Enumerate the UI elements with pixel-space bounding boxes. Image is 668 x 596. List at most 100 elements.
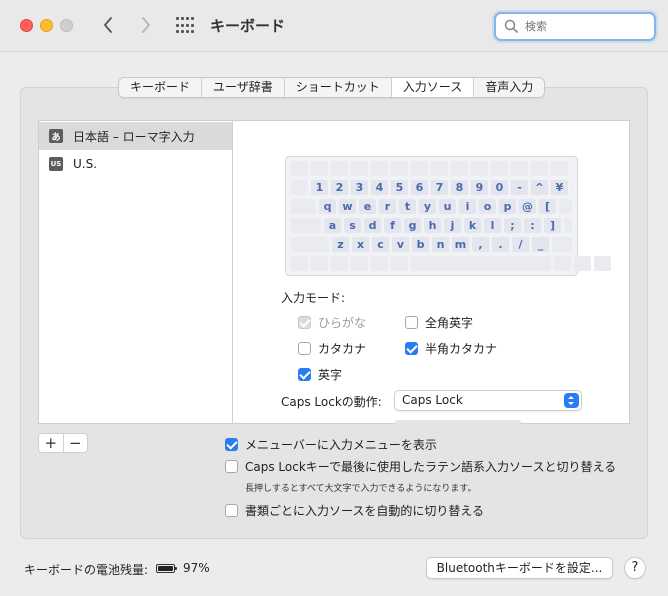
keyboard-key: : xyxy=(524,218,541,233)
checkbox-label: 全角英字 xyxy=(425,316,474,330)
zoom-window-button[interactable] xyxy=(60,19,73,32)
keyboard-key xyxy=(552,237,572,252)
caps-lock-label: Caps Lockの動作: xyxy=(281,395,382,409)
mode-roman-checkbox[interactable]: 英字 xyxy=(298,366,342,383)
input-source-label: U.S. xyxy=(73,157,98,171)
keyboard-key: u xyxy=(439,199,456,214)
keyboard-row-home: a s d f g h j k l;:] xyxy=(291,218,572,233)
keyboard-key: l xyxy=(484,218,501,233)
keyboard-key: 8 xyxy=(451,180,468,195)
window-title: キーボード xyxy=(210,17,286,35)
keyboard-key: 2 xyxy=(331,180,348,195)
search-field[interactable] xyxy=(494,12,656,41)
keyboard-key: c xyxy=(372,237,389,252)
keyboard-key: m xyxy=(452,237,469,252)
checkbox-box xyxy=(225,504,238,517)
keyboard-key: g xyxy=(404,218,421,233)
mode-fullwidth-roman-checkbox[interactable]: 全角英字 xyxy=(405,314,473,331)
checkbox-box xyxy=(405,316,418,329)
checkbox-label: 半角カタカナ xyxy=(425,342,498,356)
keyboard-key xyxy=(451,161,468,176)
mode-katakana-checkbox[interactable]: カタカナ xyxy=(298,340,366,357)
add-source-button[interactable]: + xyxy=(39,434,64,452)
keyboard-key xyxy=(411,161,428,176)
keyboard-key xyxy=(311,256,328,271)
search-input[interactable] xyxy=(523,17,648,35)
keyboard-key xyxy=(554,256,571,271)
keyboard-key: x xyxy=(352,237,369,252)
mode-halfwidth-katakana-checkbox[interactable]: 半角カタカナ xyxy=(405,340,497,357)
keyboard-key xyxy=(291,180,308,195)
keyboard-key xyxy=(291,161,308,176)
checkbox-box xyxy=(298,368,311,381)
checkbox-label: 英字 xyxy=(318,368,343,382)
keyboard-key xyxy=(564,218,572,233)
keyboard-key xyxy=(291,237,329,252)
tab-shortcuts[interactable]: ショートカット xyxy=(285,78,392,97)
input-source-item-japanese-romaji[interactable]: あ 日本語 – ローマ字入力 xyxy=(39,122,232,150)
keyboard-row-numbers: 1 2 3 4 5 6 7 8 9 0- ^ ¥ xyxy=(291,180,572,195)
minimize-window-button[interactable] xyxy=(40,19,53,32)
keyboard-key: r xyxy=(379,199,396,214)
keyboard-key xyxy=(574,256,591,271)
checkbox-box xyxy=(298,342,311,355)
caps-lock-switch-source-checkbox[interactable]: Caps Lockキーで最後に使用したラテン語系入力ソースと切り替える xyxy=(225,458,616,475)
keyboard-key xyxy=(391,161,408,176)
keyboard-key: h xyxy=(424,218,441,233)
keyboard-row-bottom: z x c v b n m,. / _ xyxy=(291,237,572,252)
keyboard-key xyxy=(351,256,368,271)
show-input-menu-checkbox[interactable]: メニューバーに入力メニューを表示 xyxy=(225,436,437,453)
keyboard-key xyxy=(551,161,568,176)
remove-source-button[interactable]: − xyxy=(64,434,88,452)
keyboard-key: / xyxy=(512,237,529,252)
caps-lock-popup[interactable]: Caps Lock xyxy=(394,390,582,411)
keyboard-key xyxy=(291,218,321,233)
keyboard-key: s xyxy=(344,218,361,233)
keyboard-key: z xyxy=(332,237,349,252)
keyboard-key: . xyxy=(492,237,509,252)
chevron-right-icon xyxy=(142,17,150,33)
keyboard-key: o xyxy=(479,199,496,214)
input-source-label: 日本語 – ローマ字入力 xyxy=(73,129,195,144)
keyboard-key xyxy=(391,256,408,271)
keyboard-key xyxy=(531,161,548,176)
checkbox-label: Caps Lockキーで最後に使用したラテン語系入力ソースと切り替える xyxy=(245,460,617,474)
mode-hiragana-checkbox[interactable]: ひらがな xyxy=(298,314,366,331)
keyboard-key: b xyxy=(412,237,429,252)
keyboard-key: ; xyxy=(504,218,521,233)
tab-input-sources[interactable]: 入力ソース xyxy=(391,78,475,97)
chevron-left-icon xyxy=(104,17,112,33)
keyboard-key xyxy=(351,161,368,176)
keyboard-key: w xyxy=(339,199,356,214)
checkbox-box xyxy=(225,438,238,451)
tab-bar: キーボード ユーザ辞書 ショートカット 入力ソース 音声入力 xyxy=(118,77,546,98)
keyboard-layout-preview: 1 2 3 4 5 6 7 8 9 0- ^ ¥ q w e r t y u i o p @[ a s d f g h j k l;:] … xyxy=(285,156,611,276)
keyboard-key: 3 xyxy=(351,180,368,195)
tab-dictation[interactable]: 音声入力 xyxy=(474,78,544,97)
keyboard-key: v xyxy=(392,237,409,252)
content-scroll-indicator xyxy=(395,420,521,424)
tab-user-dictionary[interactable]: ユーザ辞書 xyxy=(202,78,285,97)
caps-lock-hint: 長押しするとすべて大文字で入力できるようになります。 xyxy=(245,484,477,494)
forward-button[interactable] xyxy=(135,14,157,36)
input-source-item-us[interactable]: US U.S. xyxy=(39,150,232,178)
keyboard-key: ¥ xyxy=(551,180,568,195)
keyboard-key: p xyxy=(499,199,516,214)
keyboard-key: d xyxy=(364,218,381,233)
setup-bluetooth-keyboard-button[interactable]: Bluetoothキーボードを設定... xyxy=(426,557,613,579)
keyboard-key: a xyxy=(324,218,341,233)
auto-switch-source-checkbox[interactable]: 書類ごとに入力ソースを自動的に切り替える xyxy=(225,502,484,519)
help-button[interactable]: ? xyxy=(624,557,646,579)
keyboard-key: - xyxy=(511,180,528,195)
show-all-grid-icon[interactable] xyxy=(176,17,194,35)
keyboard-key xyxy=(431,161,448,176)
keyboard-key xyxy=(491,161,508,176)
close-window-button[interactable] xyxy=(20,19,33,32)
keyboard-key: 1 xyxy=(311,180,328,195)
checkbox-label: 書類ごとに入力ソースを自動的に切り替える xyxy=(245,504,485,518)
tab-keyboard[interactable]: キーボード xyxy=(119,78,203,97)
input-source-list[interactable]: あ 日本語 – ローマ字入力 US U.S. xyxy=(38,120,232,424)
checkbox-box xyxy=(298,316,311,329)
keyboard-key: ^ xyxy=(531,180,548,195)
back-button[interactable] xyxy=(97,14,119,36)
